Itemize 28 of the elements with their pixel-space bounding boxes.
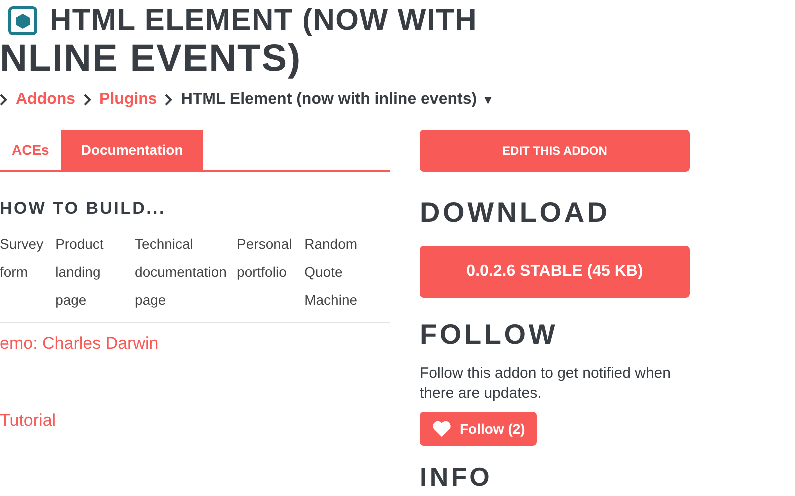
tutorial-link[interactable]: Tutorial bbox=[0, 408, 390, 434]
section-heading: HOW TO BUILD... bbox=[0, 198, 167, 220]
demo-link[interactable]: emo: Charles Darwin bbox=[0, 330, 390, 356]
project-link[interactable]: Technical documentation page bbox=[135, 230, 226, 314]
breadcrumb-current: HTML Element (now with inline events) bbox=[181, 90, 478, 110]
section-heading: INFO bbox=[420, 461, 494, 494]
breadcrumb-link[interactable]: Addons bbox=[16, 88, 76, 112]
chevron-right-icon bbox=[0, 94, 8, 106]
follow-description: Follow this addon to get notified when there are updates. bbox=[420, 364, 672, 404]
section-heading: DOWNLOAD bbox=[420, 196, 612, 230]
page-title: HTML ELEMENT (NOW WITH bbox=[50, 4, 478, 38]
chevron-right-icon bbox=[84, 94, 92, 106]
heart-icon bbox=[432, 420, 452, 438]
project-link[interactable]: Personal portfolio bbox=[237, 230, 293, 314]
breadcrumb-link[interactable]: Plugins bbox=[100, 88, 158, 112]
project-link[interactable]: Product landing page bbox=[56, 230, 124, 314]
download-button[interactable]: 0.0.2.6 STABLE (45 KB) bbox=[420, 246, 690, 298]
chevron-right-icon bbox=[165, 94, 174, 106]
tab[interactable]: Documentation bbox=[61, 130, 204, 170]
section-heading: FOLLOW bbox=[420, 318, 560, 352]
cube-logo-icon bbox=[8, 6, 38, 36]
page-title: NLINE EVENTS) bbox=[0, 38, 303, 80]
follow-button[interactable]: Follow (2) bbox=[420, 412, 538, 446]
dropdown-caret[interactable]: ▾ bbox=[485, 90, 492, 110]
project-link[interactable]: Survey form bbox=[0, 230, 44, 314]
edit-addon-button[interactable]: EDIT THIS ADDON bbox=[420, 130, 690, 172]
project-link[interactable]: Random Quote Machine bbox=[304, 230, 382, 314]
tab[interactable]: ACEs bbox=[0, 130, 62, 170]
